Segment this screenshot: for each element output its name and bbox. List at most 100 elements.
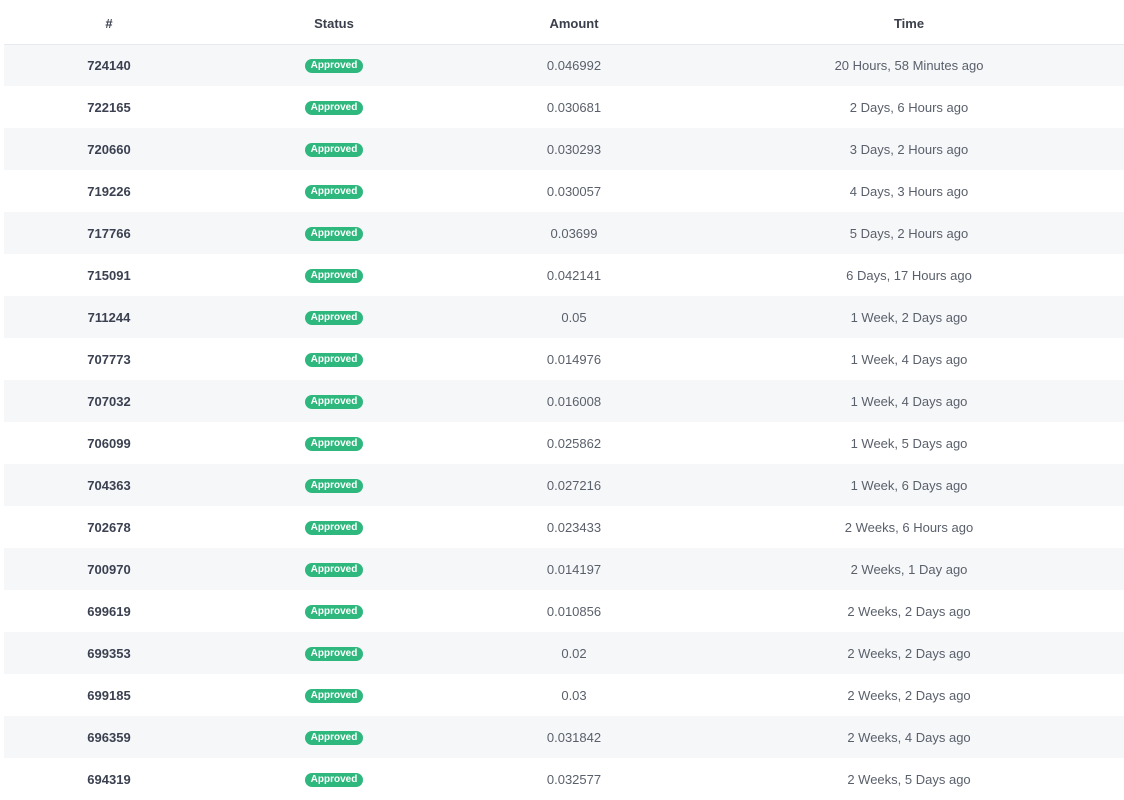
time-value: 4 Days, 3 Hours ago (849, 183, 969, 199)
column-header-amount[interactable]: Amount (454, 4, 694, 44)
status-cell: Approved (214, 422, 454, 464)
time-value: 2 Weeks, 2 Days ago (847, 603, 971, 619)
table-row: 711244 Approved 0.05 1 Week, 2 Days ago (4, 296, 1124, 338)
amount-value: 0.023433 (546, 519, 602, 535)
time-value: 6 Days, 17 Hours ago (846, 267, 972, 283)
amount-value: 0.010856 (546, 603, 602, 619)
time-value: 3 Days, 2 Hours ago (849, 141, 969, 157)
status-badge: Approved (304, 730, 364, 745)
status-badge: Approved (304, 646, 364, 661)
transaction-id: 715091 (87, 267, 131, 283)
transaction-id: 699353 (87, 645, 131, 661)
status-cell: Approved (214, 548, 454, 590)
status-cell: Approved (214, 44, 454, 86)
transaction-id: 699185 (87, 687, 131, 703)
status-cell: Approved (214, 338, 454, 380)
status-cell: Approved (214, 254, 454, 296)
amount-value: 0.030293 (546, 141, 602, 157)
table-row: 719226 Approved 0.030057 4 Days, 3 Hours ag… (4, 170, 1124, 212)
status-cell: Approved (214, 128, 454, 170)
amount-value: 0.03699 (550, 225, 598, 241)
status-cell: Approved (214, 464, 454, 506)
table-row: 699185 Approved 0.03 2 Weeks, 2 Days ago (4, 674, 1124, 716)
amount-value: 0.030057 (546, 183, 602, 199)
time-value: 1 Week, 4 Days ago (850, 351, 968, 367)
amount-value: 0.014976 (546, 351, 602, 367)
transaction-id: 702678 (87, 519, 131, 535)
time-value: 2 Weeks, 2 Days ago (847, 645, 971, 661)
status-badge: Approved (304, 100, 364, 115)
transactions-table: # Status Amount Time 724140 Approved 0.046… (4, 4, 1124, 800)
column-header-id[interactable]: # (4, 4, 214, 44)
amount-value: 0.027216 (546, 477, 602, 493)
time-value: 2 Weeks, 1 Day ago (850, 561, 968, 577)
status-badge: Approved (304, 184, 364, 199)
table-row: 704363 Approved 0.027216 1 Week, 6 Days ago (4, 464, 1124, 506)
status-badge: Approved (304, 436, 364, 451)
status-cell: Approved (214, 380, 454, 422)
status-cell: Approved (214, 212, 454, 254)
status-badge: Approved (304, 268, 364, 283)
status-badge: Approved (304, 394, 364, 409)
transaction-id: 724140 (87, 57, 131, 73)
status-badge: Approved (304, 604, 364, 619)
column-header-status[interactable]: Status (214, 4, 454, 44)
table-row: 707032 Approved 0.016008 1 Week, 4 Days ago (4, 380, 1124, 422)
transaction-id: 707773 (87, 351, 131, 367)
transactions-panel: # Status Amount Time 724140 Approved 0.046… (4, 4, 1124, 800)
column-header-time[interactable]: Time (694, 4, 1124, 44)
amount-value: 0.042141 (546, 267, 602, 283)
table-row: 699619 Approved 0.010856 2 Weeks, 2 Days ag… (4, 590, 1124, 632)
status-cell: Approved (214, 296, 454, 338)
status-cell: Approved (214, 506, 454, 548)
transaction-id: 707032 (87, 393, 131, 409)
transaction-id: 719226 (87, 183, 131, 199)
status-cell: Approved (214, 758, 454, 800)
transaction-id: 706099 (87, 435, 131, 451)
transaction-id: 700970 (87, 561, 131, 577)
status-badge: Approved (304, 226, 364, 241)
amount-value: 0.031842 (546, 729, 602, 745)
time-value: 2 Weeks, 6 Hours ago (844, 519, 974, 535)
transaction-id: 699619 (87, 603, 131, 619)
time-value: 5 Days, 2 Hours ago (849, 225, 969, 241)
table-row: 696359 Approved 0.031842 2 Weeks, 4 Days ag… (4, 716, 1124, 758)
status-cell: Approved (214, 632, 454, 674)
table-header: # Status Amount Time (4, 4, 1124, 44)
status-badge: Approved (304, 562, 364, 577)
status-cell: Approved (214, 674, 454, 716)
status-badge: Approved (304, 688, 364, 703)
transaction-id: 722165 (87, 99, 131, 115)
transaction-id: 720660 (87, 141, 131, 157)
time-value: 2 Weeks, 2 Days ago (847, 687, 971, 703)
status-badge: Approved (304, 478, 364, 493)
table-body: 724140 Approved 0.046992 20 Hours, 58 Minut… (4, 44, 1124, 800)
time-value: 2 Weeks, 5 Days ago (847, 771, 971, 787)
amount-value: 0.02 (561, 645, 587, 661)
time-value: 2 Weeks, 4 Days ago (847, 729, 971, 745)
time-value: 2 Days, 6 Hours ago (849, 99, 969, 115)
time-value: 1 Week, 2 Days ago (850, 309, 968, 325)
transaction-id: 717766 (87, 225, 131, 241)
transaction-id: 696359 (87, 729, 131, 745)
status-badge: Approved (304, 772, 364, 787)
time-value: 20 Hours, 58 Minutes ago (834, 57, 984, 73)
status-badge: Approved (304, 310, 364, 325)
table-row: 707773 Approved 0.014976 1 Week, 4 Days ago (4, 338, 1124, 380)
amount-value: 0.014197 (546, 561, 602, 577)
amount-value: 0.03 (561, 687, 587, 703)
status-cell: Approved (214, 590, 454, 632)
table-row: 720660 Approved 0.030293 3 Days, 2 Hours ag… (4, 128, 1124, 170)
status-cell: Approved (214, 86, 454, 128)
status-cell: Approved (214, 716, 454, 758)
table-row: 700970 Approved 0.014197 2 Weeks, 1 Day ago (4, 548, 1124, 590)
header-row: # Status Amount Time (4, 4, 1124, 44)
table-row: 722165 Approved 0.030681 2 Days, 6 Hours ag… (4, 86, 1124, 128)
amount-value: 0.030681 (546, 99, 602, 115)
transaction-id: 711244 (87, 309, 131, 325)
table-row: 715091 Approved 0.042141 6 Days, 17 Hours a… (4, 254, 1124, 296)
transaction-id: 694319 (87, 771, 131, 787)
table-row: 724140 Approved 0.046992 20 Hours, 58 Minut… (4, 44, 1124, 86)
time-value: 1 Week, 4 Days ago (850, 393, 968, 409)
transaction-id: 704363 (87, 477, 131, 493)
